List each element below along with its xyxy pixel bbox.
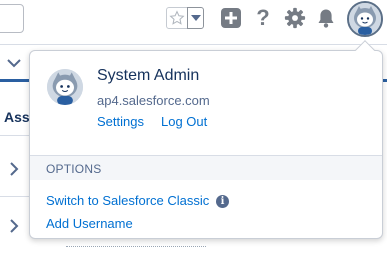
user-name: System Admin [97, 67, 200, 84]
options-section-header: OPTIONS [30, 155, 382, 180]
chevron-right-icon[interactable] [9, 162, 19, 176]
global-actions-button[interactable] [220, 7, 241, 29]
astro-avatar-icon [47, 69, 83, 105]
notifications-button[interactable] [316, 7, 336, 29]
plus-icon [220, 8, 241, 28]
chevron-down-icon[interactable] [6, 57, 22, 69]
add-username-link[interactable]: Add Username [46, 216, 133, 231]
row-divider [66, 246, 206, 247]
setup-button[interactable] [284, 7, 306, 29]
logout-link[interactable]: Log Out [161, 114, 207, 129]
astro-avatar-icon [349, 3, 381, 35]
help-button[interactable]: ? [253, 7, 273, 29]
profile-avatar-button[interactable] [347, 1, 383, 37]
row-divider [0, 196, 32, 197]
caret-down-icon [190, 15, 201, 21]
chevron-right-icon[interactable] [9, 219, 19, 233]
page-heading: Ass [4, 109, 30, 125]
star-icon [169, 10, 185, 25]
gear-icon [284, 7, 306, 29]
global-header: ? [0, 0, 387, 44]
favorites-menu-button[interactable] [187, 7, 204, 29]
row-divider [0, 135, 32, 136]
switch-to-classic-link[interactable]: Switch to Salesforce Classic [46, 193, 209, 208]
search-input[interactable] [0, 4, 24, 33]
favorite-button[interactable] [166, 7, 188, 29]
profile-menu-popover: System Admin ap4.salesforce.com Settings… [29, 50, 383, 239]
settings-link[interactable]: Settings [97, 114, 144, 129]
user-avatar [47, 69, 83, 105]
options-heading: OPTIONS [46, 162, 102, 176]
org-domain: ap4.salesforce.com [97, 93, 210, 108]
question-icon: ? [256, 5, 270, 30]
info-icon[interactable]: i [216, 195, 229, 208]
favorites-group [166, 7, 207, 29]
bell-icon [318, 9, 334, 28]
